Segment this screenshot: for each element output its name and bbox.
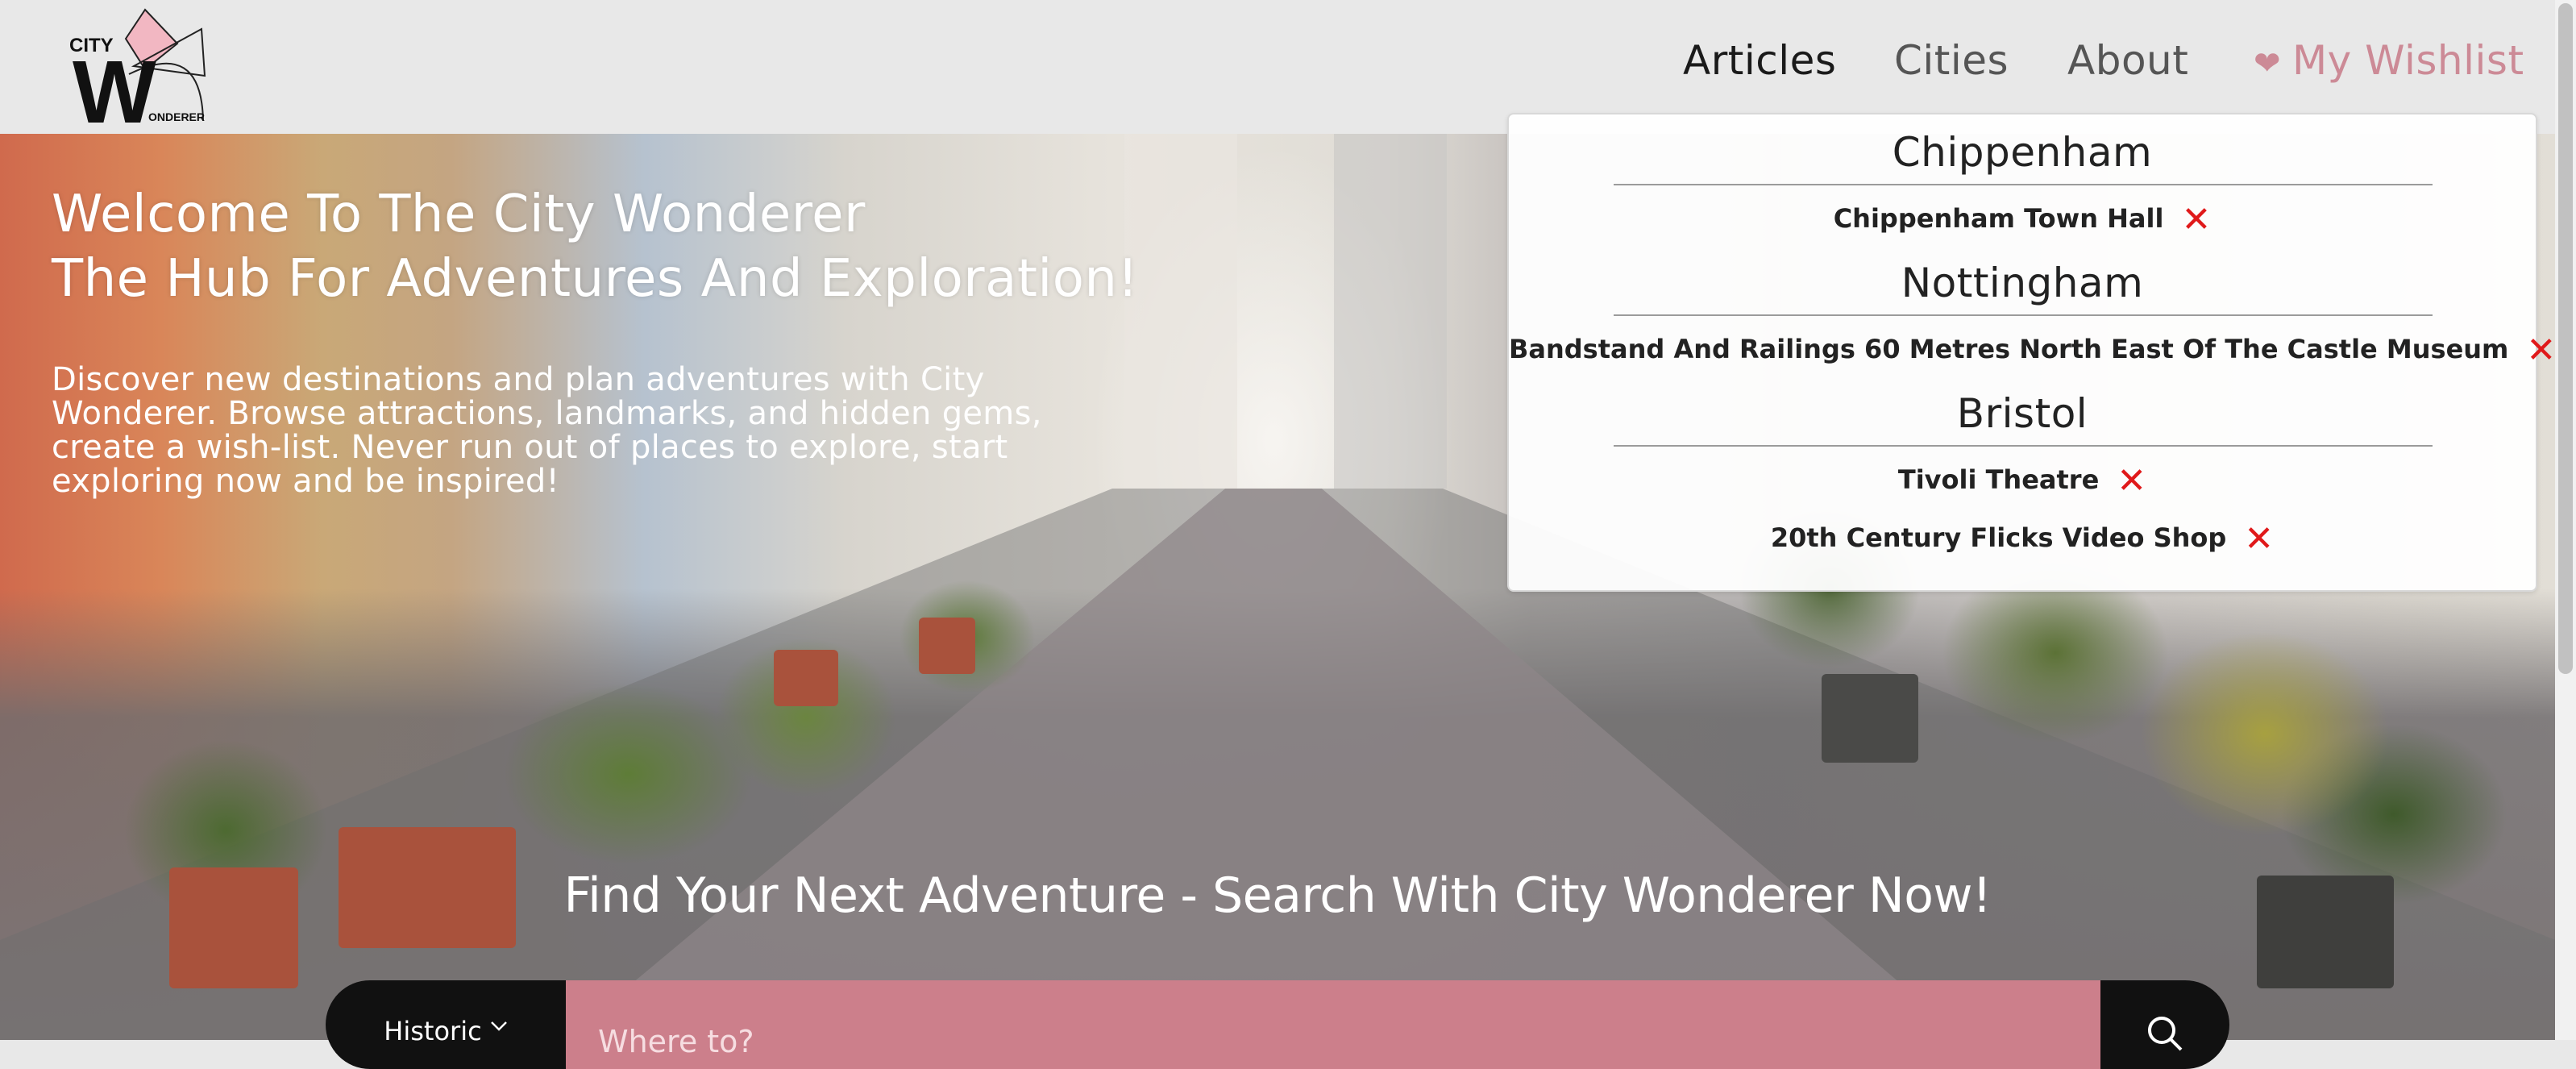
plant-pot	[919, 618, 975, 674]
wishlist-dropdown: Chippenham Chippenham Town Hall ✕ Notting…	[1507, 113, 2556, 592]
destination-search-input[interactable]	[566, 980, 2100, 1069]
city-wonderer-logo[interactable]: CITY W ONDERER	[64, 6, 210, 142]
nav-cities[interactable]: Cities	[1894, 37, 2009, 84]
plant-pot	[774, 650, 838, 706]
remove-icon[interactable]: ✕	[2526, 333, 2556, 368]
city-divider	[1614, 445, 2433, 447]
remove-icon[interactable]: ✕	[2244, 522, 2274, 557]
remove-icon[interactable]: ✕	[2181, 202, 2211, 238]
nav-my-wishlist[interactable]: ❤ My Wishlist	[2254, 37, 2524, 84]
logo-w-letter: W	[73, 43, 156, 126]
nav-wishlist-label: My Wishlist	[2292, 37, 2524, 84]
wishlist-item: Tivoli Theatre ✕	[1509, 464, 2536, 499]
search-button[interactable]	[2100, 980, 2229, 1069]
wishlist-city-heading: Bristol	[1956, 390, 2088, 437]
hero-title-line-2: The Hub For Adventures And Exploration!	[52, 249, 1139, 309]
hero-title: Welcome To The City Wonderer The Hub For…	[52, 182, 1139, 311]
wishlist-city-heading: Nottingham	[1901, 260, 2144, 306]
city-divider	[1614, 184, 2433, 185]
remove-icon[interactable]: ✕	[2117, 464, 2146, 499]
category-dropdown-value: Historic	[384, 1016, 482, 1046]
search-icon	[2148, 1017, 2183, 1051]
scrollbar-thumb[interactable]	[2558, 3, 2573, 674]
hero-description: Discover new destinations and plan adven…	[52, 361, 1042, 500]
city-divider	[1614, 314, 2433, 316]
wishlist-city-heading: Chippenham	[1892, 129, 2153, 176]
hero-title-line-1: Welcome To The City Wonderer	[52, 185, 866, 244]
nav-articles[interactable]: Articles	[1683, 37, 1836, 84]
wishlist-item: 20th Century Flicks Video Shop ✕	[1509, 522, 2536, 557]
page-scrollbar[interactable]	[2555, 0, 2576, 1040]
search-heading: Find Your Next Adventure - Search With C…	[563, 867, 1992, 924]
logo-onderer-text: ONDERER	[148, 110, 205, 123]
heart-icon: ❤	[2254, 45, 2282, 82]
wishlist-item-label[interactable]: 20th Century Flicks Video Shop	[1771, 522, 2226, 553]
wishlist-item-label[interactable]: Tivoli Theatre	[1898, 464, 2099, 495]
wishlist-item-label[interactable]: Bandstand And Railings 60 Metres North E…	[1509, 334, 2508, 364]
nav-about[interactable]: About	[2067, 37, 2188, 84]
category-dropdown[interactable]: Historic	[326, 980, 566, 1069]
wishlist-item-label[interactable]: Chippenham Town Hall	[1834, 203, 2164, 234]
chevron-down-icon	[490, 1021, 507, 1031]
plant-pot	[1822, 674, 1918, 763]
wishlist-item: Chippenham Town Hall ✕	[1509, 202, 2536, 238]
wishlist-item: Bandstand And Railings 60 Metres North E…	[1509, 333, 2556, 368]
search-bar: Historic	[326, 980, 2229, 1069]
